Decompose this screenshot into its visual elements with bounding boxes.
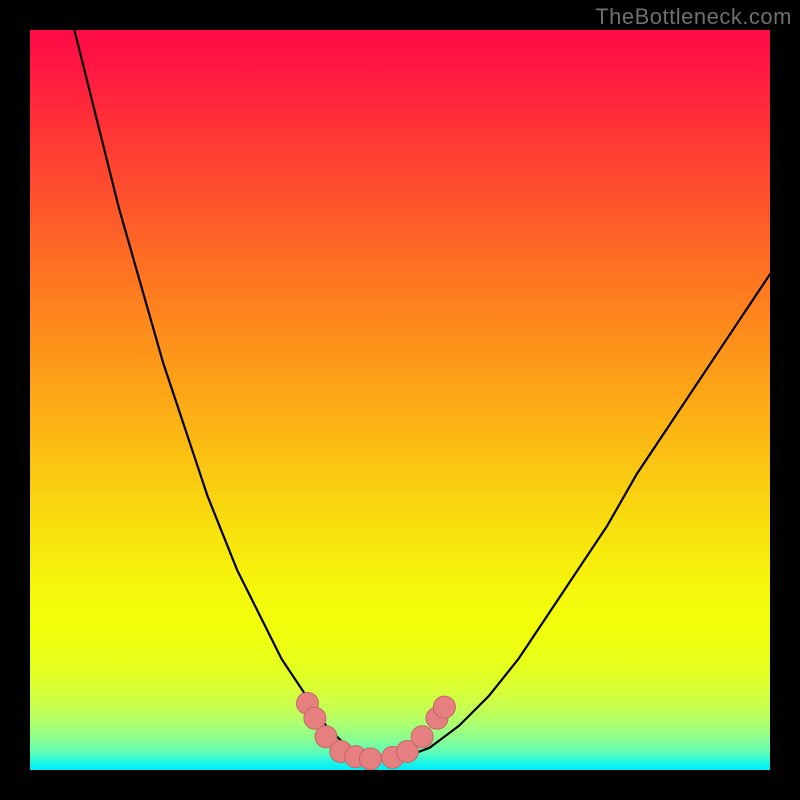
curve-marker [411,726,433,748]
chart-svg [30,30,770,770]
bottleneck-curve [74,30,770,759]
curve-marker [433,696,455,718]
marker-group [297,692,456,770]
curve-marker [359,748,381,770]
watermark-text: TheBottleneck.com [595,4,792,30]
chart-frame: TheBottleneck.com [0,0,800,800]
